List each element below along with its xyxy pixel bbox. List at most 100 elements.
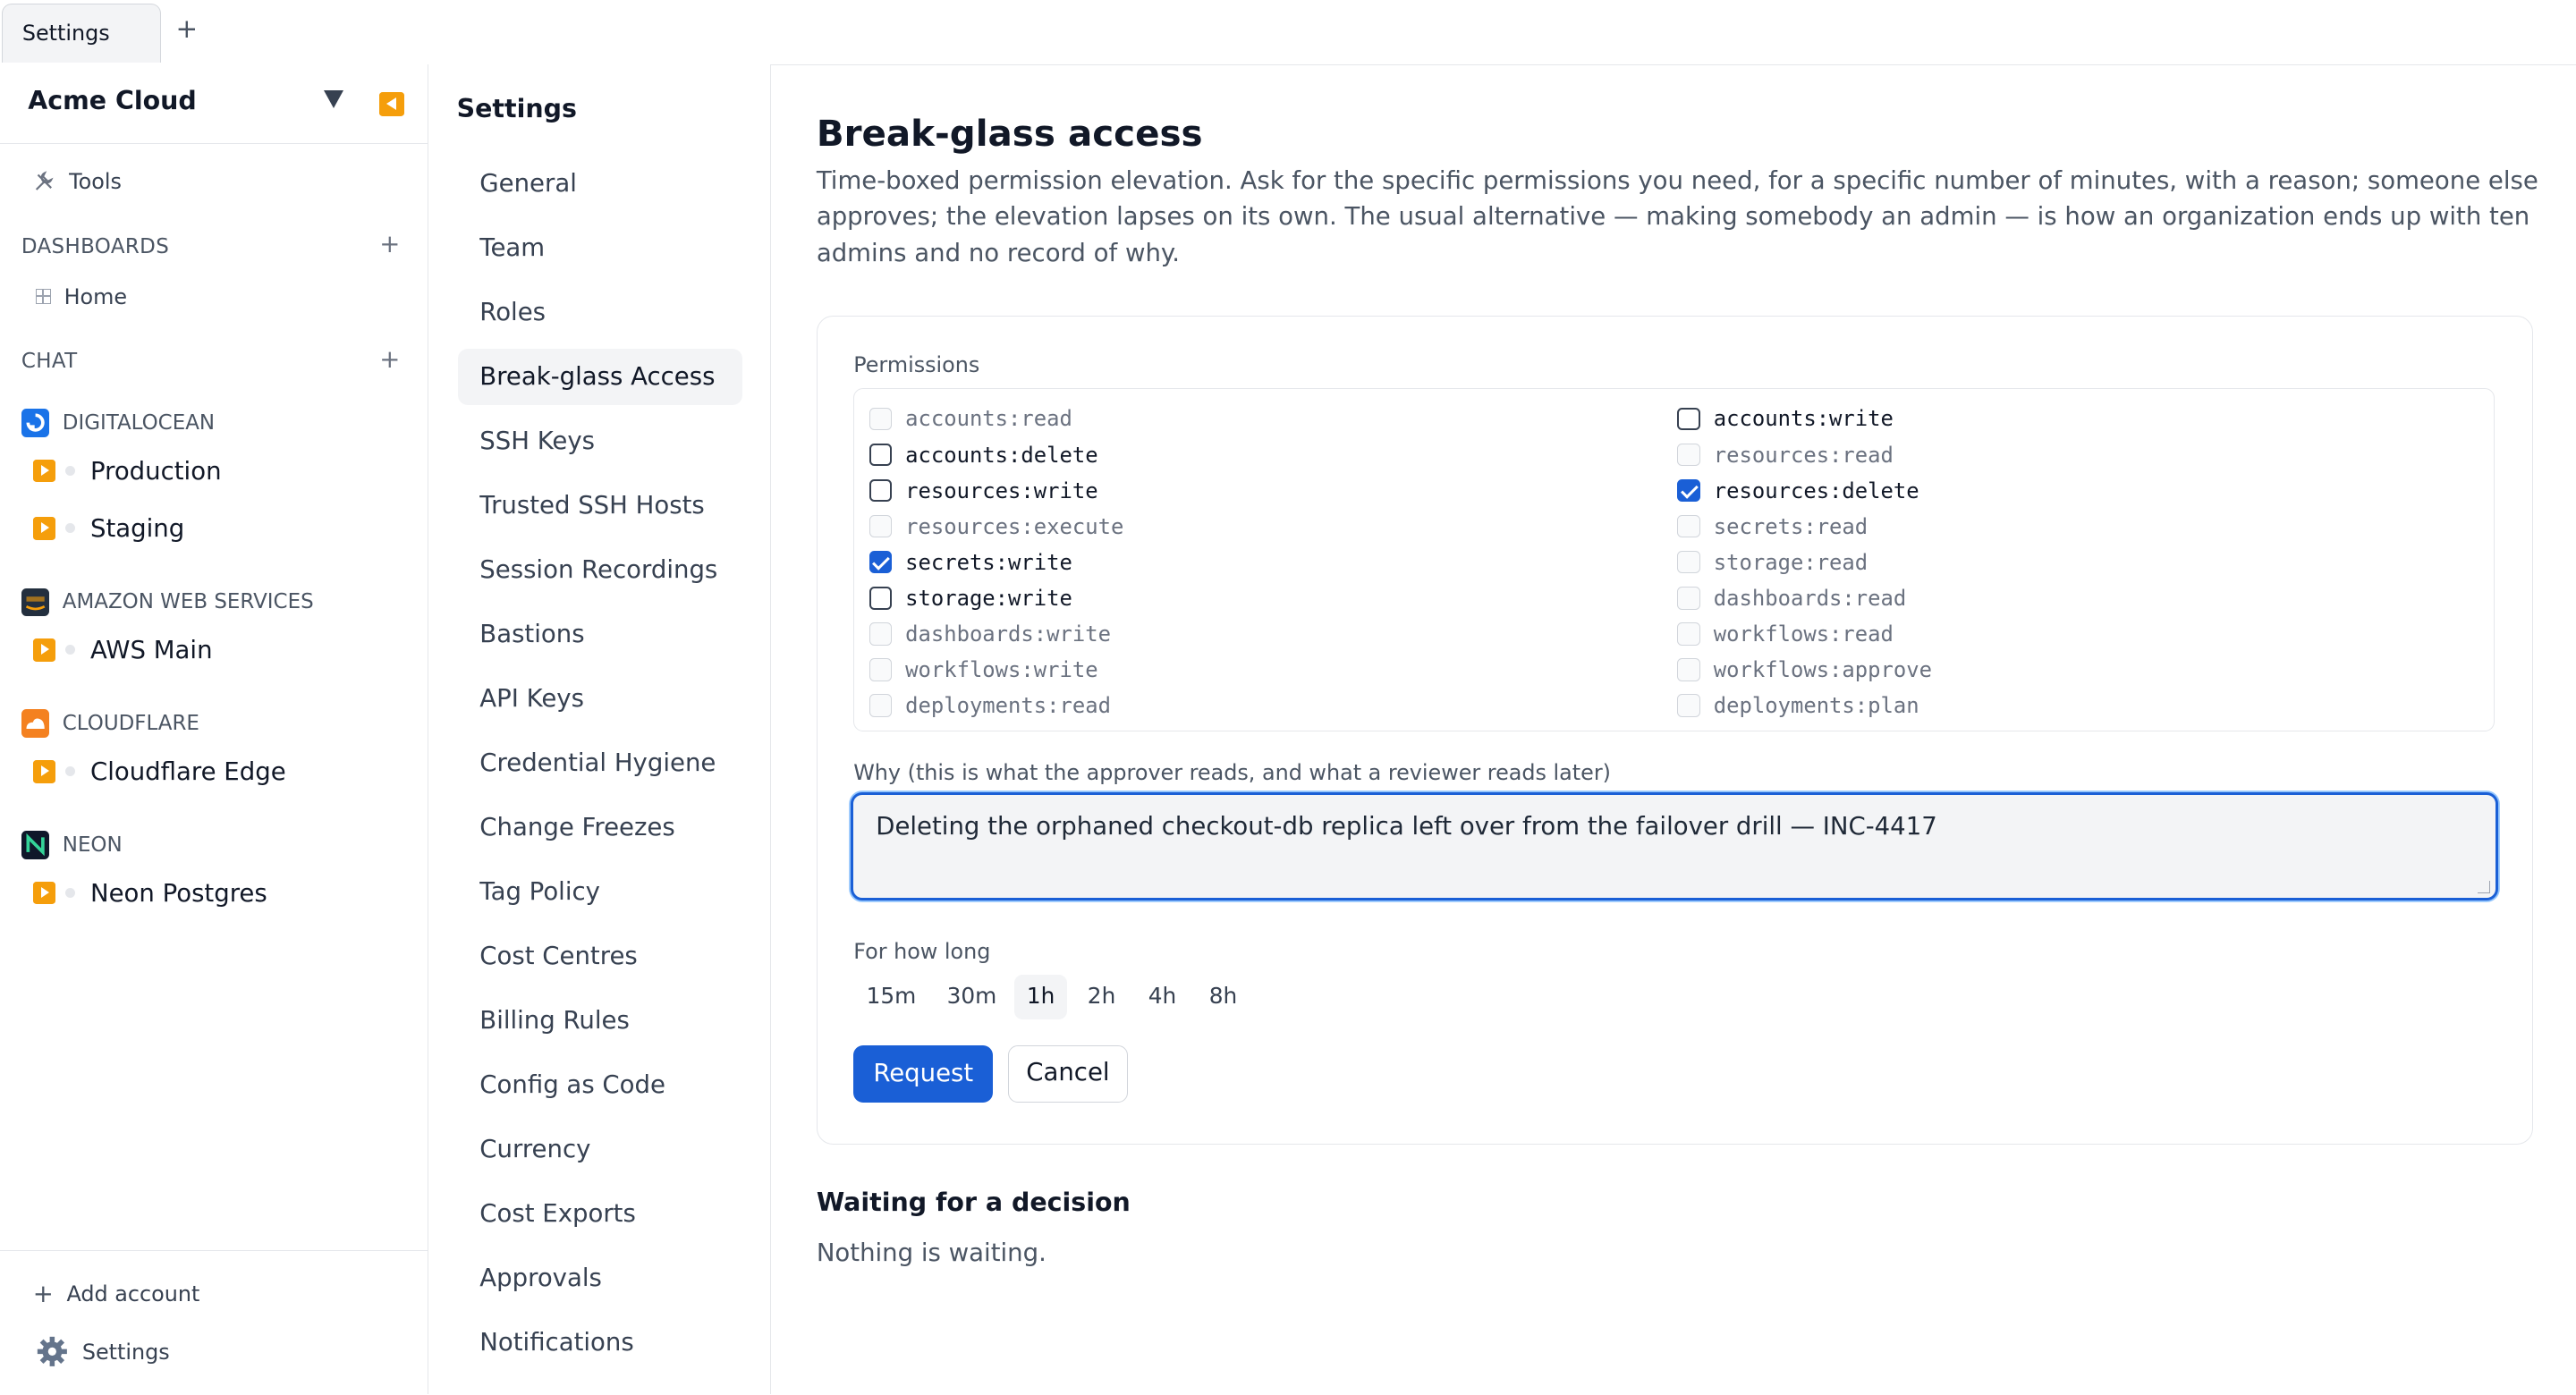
- play-icon: [32, 759, 56, 783]
- account-label: Production: [89, 456, 222, 486]
- permission-label: accounts:read: [905, 406, 1072, 432]
- main-content: Break-glass access Time-boxed permission…: [772, 64, 2576, 1395]
- org-switcher-chevron-down-icon[interactable]: [323, 90, 343, 108]
- duration-label: 2h: [1087, 983, 1116, 1010]
- request-button[interactable]: Request: [853, 1045, 994, 1103]
- status-dot: [65, 523, 76, 534]
- divider: [0, 1249, 428, 1251]
- settings-nav-item-approvals[interactable]: Approvals: [458, 1250, 742, 1306]
- permission-checkbox[interactable]: [1677, 407, 1701, 431]
- duration-option-8h[interactable]: 8h: [1199, 975, 1248, 1019]
- sidebar-item-home[interactable]: Home: [35, 283, 128, 309]
- account-staging[interactable]: Staging: [32, 513, 185, 543]
- settings-nav-label: Cost Centres: [479, 942, 638, 971]
- permission-checkbox: [869, 407, 893, 431]
- settings-nav-item-ssh-keys[interactable]: SSH Keys: [458, 413, 742, 469]
- permission-accounts-read: accounts:read: [869, 402, 1072, 435]
- permission-label: deployments:plan: [1713, 692, 1919, 718]
- add-chat-button[interactable]: +: [379, 345, 400, 374]
- resize-handle-icon[interactable]: [2478, 881, 2491, 893]
- settings-nav-label: General: [479, 169, 577, 199]
- permission-storage-write[interactable]: storage:write: [869, 581, 1072, 614]
- account-neon-postgres[interactable]: Neon Postgres: [32, 879, 267, 908]
- sidebar-item-settings[interactable]: Settings: [36, 1335, 170, 1368]
- add-account-button[interactable]: + Add account: [33, 1280, 200, 1308]
- settings-nav-item-notifications[interactable]: Notifications: [458, 1315, 742, 1370]
- permission-label: resources:delete: [1713, 478, 1919, 503]
- permission-resources-delete[interactable]: resources:delete: [1677, 474, 1919, 507]
- sidebar-item-tools[interactable]: Tools: [33, 169, 122, 194]
- permission-accounts-delete[interactable]: accounts:delete: [869, 438, 1098, 471]
- new-tab-button[interactable]: +: [176, 13, 199, 44]
- duration-option-1h[interactable]: 1h: [1014, 975, 1067, 1019]
- provider-name: DIGITALOCEAN: [62, 410, 216, 435]
- add-dashboard-button[interactable]: +: [379, 230, 400, 258]
- permission-resources-write[interactable]: resources:write: [869, 474, 1098, 507]
- tab-settings[interactable]: Settings: [1, 3, 161, 63]
- permission-resources-read: resources:read: [1677, 438, 1894, 471]
- settings-nav-item-billing-rules[interactable]: Billing Rules: [458, 993, 742, 1048]
- settings-nav-item-tag-policy[interactable]: Tag Policy: [458, 864, 742, 919]
- duration-option-15m[interactable]: 15m: [853, 975, 928, 1019]
- settings-nav-label: Credential Hygiene: [479, 748, 716, 778]
- tab-bar: Settings +: [0, 0, 2576, 65]
- settings-nav-item-session-recordings[interactable]: Session Recordings: [458, 542, 742, 597]
- provider-aws: AMAZON WEB SERVICES: [21, 588, 314, 616]
- cancel-button[interactable]: Cancel: [1007, 1045, 1128, 1103]
- permission-secrets-write[interactable]: secrets:write: [869, 545, 1072, 579]
- duration-option-2h[interactable]: 2h: [1077, 975, 1126, 1019]
- permission-checkbox: [1677, 514, 1701, 538]
- permission-checkbox[interactable]: [869, 478, 893, 503]
- settings-nav-label: Approvals: [479, 1264, 602, 1293]
- permission-checkbox[interactable]: [869, 586, 893, 610]
- settings-nav-item-cost-exports[interactable]: Cost Exports: [458, 1186, 742, 1241]
- permission-label: accounts:delete: [905, 442, 1098, 468]
- settings-nav-item-general[interactable]: General: [458, 156, 742, 211]
- permission-workflows-read: workflows:read: [1677, 617, 1894, 650]
- request-label: Request: [873, 1058, 974, 1087]
- status-dot: [65, 888, 76, 899]
- permission-label: dashboards:read: [1713, 585, 1907, 611]
- divider: [0, 142, 428, 144]
- settings-nav-item-break-glass-access[interactable]: Break-glass Access: [458, 349, 743, 405]
- settings-nav-label: API Keys: [479, 684, 584, 714]
- settings-nav-item-bastions[interactable]: Bastions: [458, 606, 742, 662]
- collapse-sidebar-icon[interactable]: [379, 91, 404, 117]
- settings-nav-item-config-as-code[interactable]: Config as Code: [458, 1057, 742, 1112]
- permission-checkbox[interactable]: [869, 443, 893, 467]
- reason-textarea[interactable]: Deleting the orphaned checkout-db replic…: [850, 792, 2498, 901]
- account-cloudflare-edge[interactable]: Cloudflare Edge: [32, 757, 286, 786]
- permission-checkbox: [1677, 443, 1701, 467]
- plus-icon: +: [32, 1279, 54, 1308]
- settings-nav-item-api-keys[interactable]: API Keys: [458, 671, 742, 726]
- page-description: Time-boxed permission elevation. Ask for…: [816, 165, 2538, 267]
- neon-icon: [21, 831, 50, 859]
- account-aws-main[interactable]: AWS Main: [32, 636, 213, 664]
- permission-checkbox: [1677, 693, 1701, 717]
- sidebar-item-label: Home: [64, 283, 128, 309]
- settings-nav-item-roles[interactable]: Roles: [458, 284, 742, 340]
- settings-nav-item-team[interactable]: Team: [458, 220, 742, 275]
- account-label: Staging: [89, 513, 185, 543]
- account-production[interactable]: Production: [32, 456, 222, 486]
- settings-nav-item-trusted-ssh-hosts[interactable]: Trusted SSH Hosts: [458, 478, 742, 533]
- permission-accounts-write[interactable]: accounts:write: [1677, 402, 1894, 435]
- permission-label: secrets:read: [1713, 513, 1868, 539]
- settings-nav-label: Trusted SSH Hosts: [479, 491, 705, 520]
- settings-nav-item-change-freezes[interactable]: Change Freezes: [458, 799, 742, 855]
- permission-label: storage:read: [1713, 549, 1868, 575]
- duration-option-4h[interactable]: 4h: [1138, 975, 1187, 1019]
- settings-nav-item-credential-hygiene[interactable]: Credential Hygiene: [458, 735, 742, 790]
- gear-icon: [38, 1337, 68, 1367]
- duration-label: 30m: [946, 983, 997, 1010]
- permission-checkbox[interactable]: [1677, 478, 1701, 503]
- settings-nav-label: Break-glass Access: [479, 362, 716, 392]
- waiting-empty-state: Nothing is waiting.: [816, 1238, 1046, 1267]
- add-account-label: Add account: [66, 1281, 200, 1306]
- settings-nav-label: Change Freezes: [479, 813, 675, 842]
- settings-nav-item-currency[interactable]: Currency: [458, 1121, 742, 1177]
- settings-nav-item-cost-centres[interactable]: Cost Centres: [458, 928, 742, 984]
- duration-option-30m[interactable]: 30m: [936, 975, 1008, 1019]
- permission-checkbox[interactable]: [869, 550, 893, 574]
- permission-label: resources:execute: [905, 513, 1124, 539]
